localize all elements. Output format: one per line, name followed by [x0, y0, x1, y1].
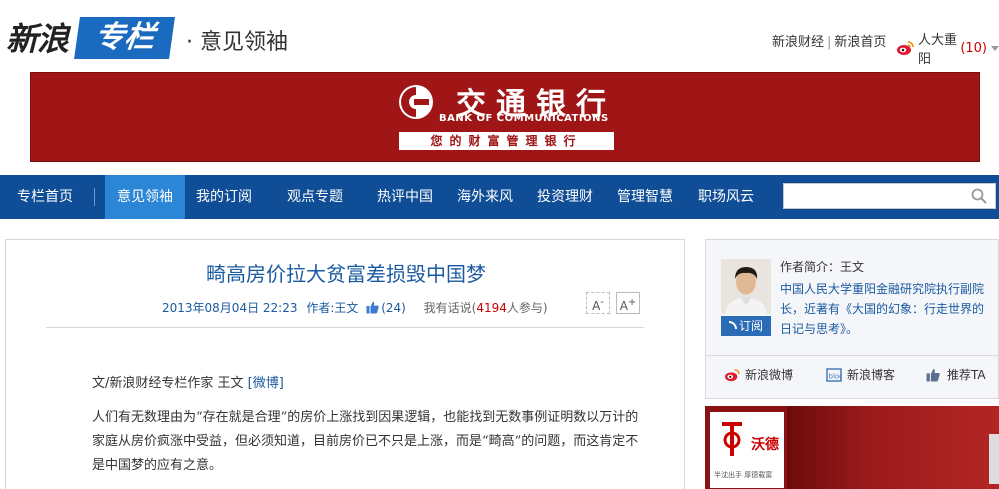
comment-link[interactable]: 我有话说(4194人参与) — [424, 301, 548, 315]
nav-item-investment[interactable]: 投资理财 — [525, 175, 605, 219]
nav-item-career[interactable]: 职场风云 — [686, 175, 766, 219]
comment-suffix: 人参与) — [506, 301, 548, 315]
page-header: 新浪 专栏 · 意见领袖 新浪财经 | 新浪首页 人大重阳 (10) — [0, 0, 999, 70]
share-divider — [706, 355, 998, 356]
nav-item-opinion-leaders[interactable]: 意见领袖 — [105, 175, 185, 219]
comment-label: 我有话说( — [423, 301, 477, 315]
user-menu[interactable]: 人大重阳 (10) — [896, 29, 999, 67]
article-title: 畸高房价拉大贫富差损毁中国梦 — [206, 262, 486, 286]
article-byline: 文/新浪财经专栏作家 王文 [微博] — [92, 372, 284, 391]
nav-item-management[interactable]: 管理智慧 — [605, 175, 685, 219]
article-date: 2013年08月04日 22:23 — [162, 301, 298, 315]
sina-logo[interactable]: 新浪 — [6, 14, 69, 60]
zhuanlan-logo[interactable]: 专栏 — [74, 17, 175, 59]
comment-count: 4194 — [476, 301, 507, 315]
ad-edge — [989, 434, 999, 484]
chevron-down-icon[interactable] — [991, 45, 999, 51]
nav-item-my-subscriptions[interactable]: 我的订阅 — [185, 175, 263, 219]
thumbs-up-icon — [926, 368, 942, 382]
user-name[interactable]: 人大重阳 — [918, 29, 960, 67]
share-sina-weibo[interactable]: 新浪微博 — [724, 366, 793, 383]
svg-text:blog: blog — [829, 372, 843, 380]
nav-item-topics[interactable]: 观点专题 — [275, 175, 355, 219]
channel-title: · 意见领袖 — [186, 30, 288, 55]
bank-banner-ad[interactable]: 交通银行 BANK OF COMMUNICATIONS 您的财富管理银行 — [30, 72, 980, 162]
search-input[interactable] — [783, 183, 996, 209]
share-weibo-label: 新浪微博 — [745, 368, 794, 382]
ad-logo-panel: 沃德 半沈出手 厚德载富 — [710, 412, 784, 488]
nav-item-overseas[interactable]: 海外来风 — [445, 175, 525, 219]
byline-weibo-link[interactable]: [微博] — [248, 376, 284, 391]
bank-logo-icon — [397, 83, 435, 121]
ad-photo — [787, 406, 999, 489]
sidebar-ad[interactable]: 沃德 半沈出手 厚德载富 — [705, 406, 999, 489]
link-separator: | — [827, 35, 832, 50]
search-icon[interactable] — [971, 188, 987, 204]
bank-slogan: 您的财富管理银行 — [399, 132, 614, 150]
article-divider — [46, 327, 644, 328]
article-paragraph: 人们有无数理由为“存在就是合理”的房价上涨找到因果逻辑，也能找到无数事例证明数以… — [92, 410, 639, 473]
link-sina-finance[interactable]: 新浪财经 — [772, 35, 824, 50]
top-links: 新浪财经 | 新浪首页 — [772, 31, 886, 50]
weibo-icon — [724, 368, 740, 382]
share-blog-label: 新浪博客 — [847, 368, 896, 382]
nav-item-china-commentary[interactable]: 热评中国 — [365, 175, 445, 219]
article-author-link[interactable]: 作者:王文 — [306, 301, 358, 315]
rss-icon — [728, 321, 737, 329]
weibo-icon — [896, 40, 914, 56]
byline-text: 文/新浪财经专栏作家 王文 — [92, 376, 248, 391]
nav-divider — [94, 188, 95, 206]
link-sina-home[interactable]: 新浪首页 — [834, 35, 886, 50]
author-intro-label: 作者简介：王文 — [780, 260, 865, 274]
author-description[interactable]: 中国人民大学重阳金融研究院执行副院长，近著有《大国的幻象：行走世界的日记与思考》… — [780, 279, 990, 339]
ad-slogan: 半沈出手 厚德载富 — [714, 471, 773, 479]
share-recommend[interactable]: 推荐TA — [926, 366, 986, 383]
share-sina-blog[interactable]: blog 新浪博客 — [826, 366, 895, 383]
like-count[interactable]: (24) — [381, 301, 406, 315]
nav-item-home[interactable]: 专栏首页 — [0, 175, 90, 219]
user-message-count[interactable]: (10) — [960, 41, 987, 56]
blog-icon: blog — [826, 367, 844, 382]
subscribe-button[interactable]: 订阅 — [721, 316, 771, 336]
subscribe-label: 订阅 — [738, 319, 763, 333]
ad-brand-name: 沃德 — [751, 437, 779, 453]
font-decrease-button[interactable]: A- — [586, 292, 610, 314]
ad-logo-icon — [720, 420, 744, 460]
font-increase-button[interactable]: A+ — [616, 292, 640, 314]
thumbs-up-icon[interactable] — [366, 301, 379, 314]
font-increase-label: A — [619, 299, 628, 313]
author-avatar[interactable] — [721, 259, 771, 314]
article-meta: 2013年08月04日 22:23 作者:王文 (24) 我有话说(4194人参… — [162, 299, 548, 316]
share-recommend-label: 推荐TA — [947, 368, 986, 382]
bank-name-en: BANK OF COMMUNICATIONS — [439, 113, 609, 124]
